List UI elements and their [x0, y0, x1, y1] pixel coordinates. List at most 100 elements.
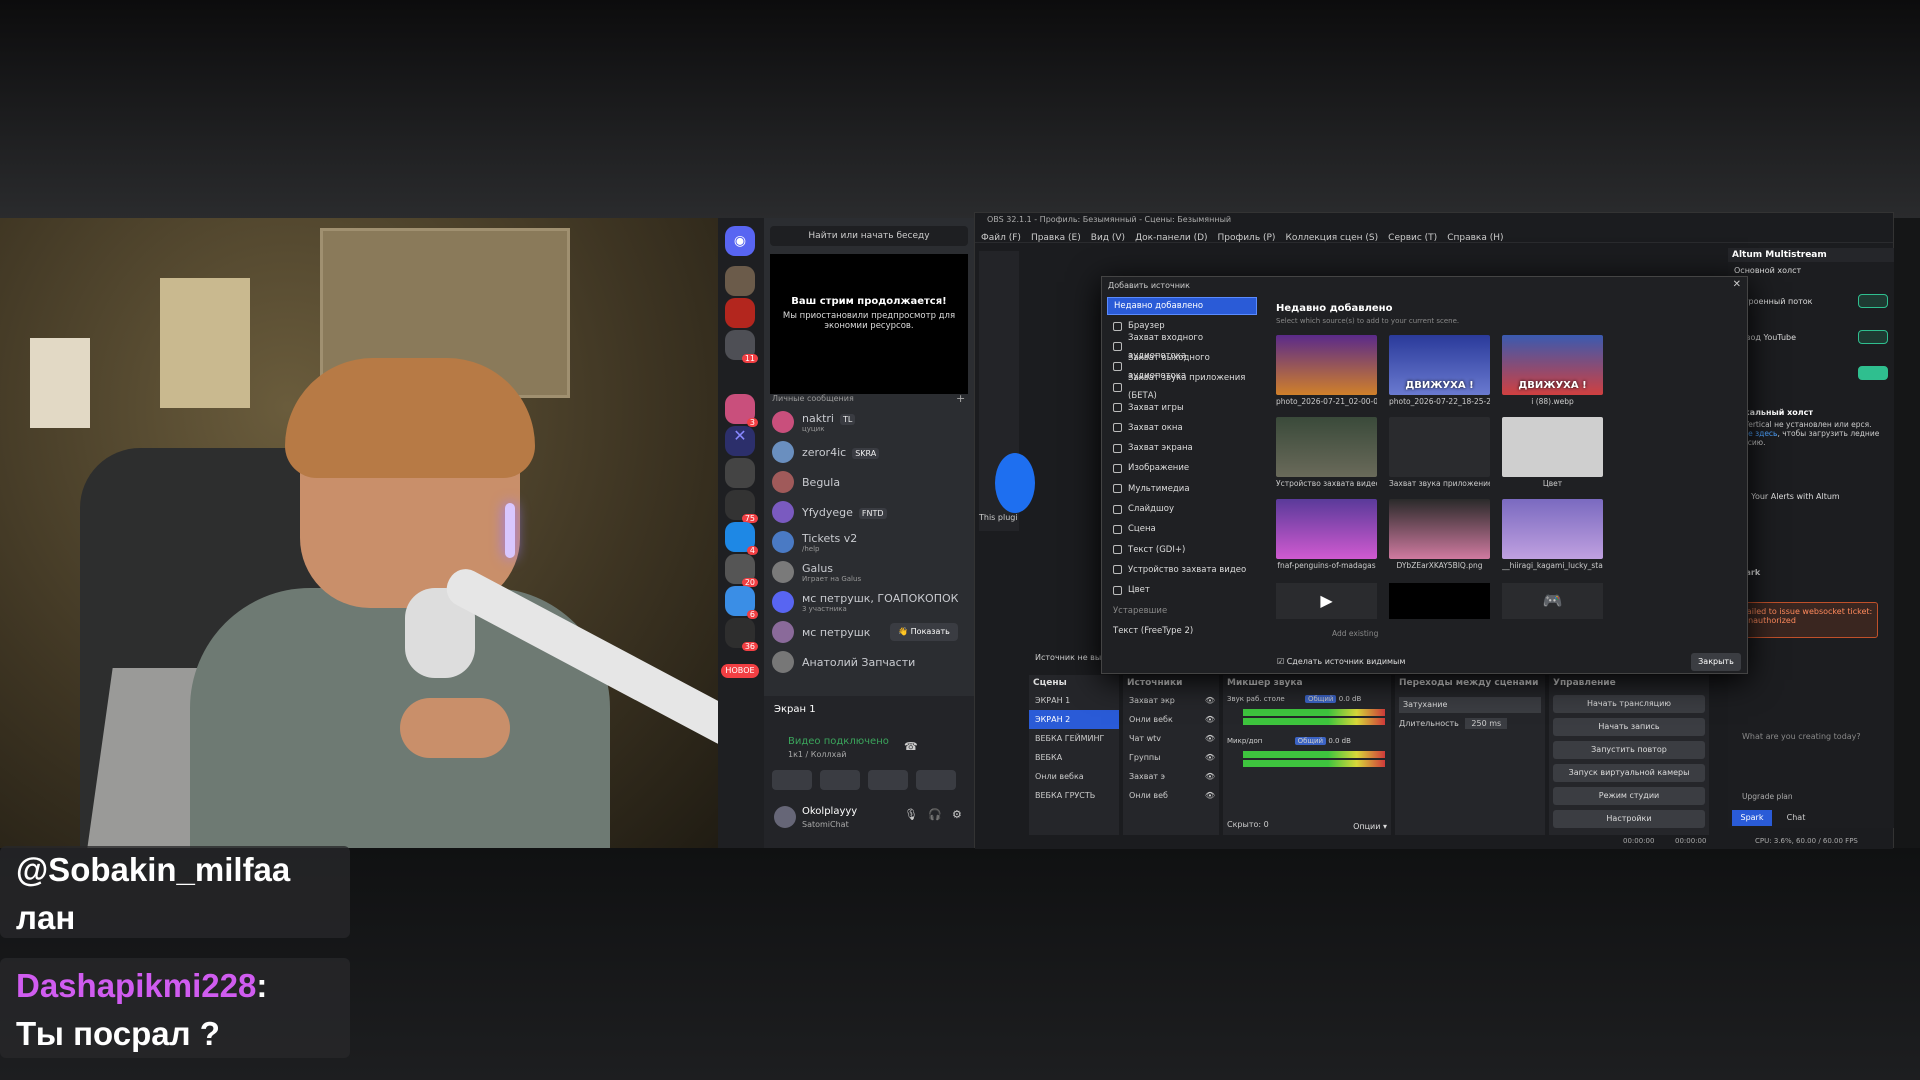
source-type-item[interactable]: Сцена [1107, 520, 1257, 538]
dm-row[interactable]: Begula [772, 468, 972, 496]
menu-item[interactable]: Файл (F) [981, 233, 1021, 243]
recent-source-thumb[interactable]: ДВИЖУХА ! i (88).webp [1502, 335, 1603, 409]
scene-item[interactable]: ВЕБКА ГРУСТЬ [1029, 786, 1119, 805]
control-button[interactable]: Запустить повтор [1553, 741, 1705, 759]
eye-icon[interactable]: 👁 [1205, 767, 1215, 786]
gamepad-icon[interactable]: 🎮 [1502, 583, 1603, 619]
tab-chat[interactable]: Chat [1776, 810, 1816, 826]
dm-row[interactable]: Yfydyege FNTD [772, 498, 972, 526]
dm-search-button[interactable]: Найти или начать беседу [770, 226, 968, 246]
recent-source-thumb[interactable]: Захват звука приложение [1389, 417, 1490, 491]
control-button[interactable]: Начать трансляцию [1553, 695, 1705, 713]
scene-item[interactable]: ВЕБКА [1029, 748, 1119, 767]
source-type-item[interactable]: Захват звука приложения (БЕТА) [1107, 373, 1257, 401]
discord-home-icon[interactable]: ◉ [725, 226, 755, 256]
prompt-input[interactable]: What are you creating today? [1742, 732, 1861, 741]
recent-source-thumb[interactable]: ДВИЖУХА ! photo_2026-07-22_18-25-2 [1389, 335, 1490, 409]
recent-source-thumb[interactable]: Устройство захвата видео [1276, 417, 1377, 491]
control-button[interactable]: Начать запись [1553, 718, 1705, 736]
server-icon[interactable]: 75 [725, 490, 758, 523]
source-type-item[interactable]: Устройство захвата видео [1107, 561, 1257, 579]
eye-icon[interactable]: 👁 [1205, 786, 1215, 805]
disconnect-icon[interactable]: ☎ [904, 740, 918, 753]
scene-item[interactable]: Онли вебка [1029, 767, 1119, 786]
recent-source-thumb[interactable]: DYbZEarXKAY5BIQ.png [1389, 499, 1490, 573]
menu-item[interactable]: Коллекция сцен (S) [1285, 233, 1378, 243]
headphones-icon[interactable]: 🎧 [928, 808, 942, 821]
source-item[interactable]: Захват экр 👁 [1123, 691, 1219, 710]
recent-source-thumb[interactable]: fnaf-penguins-of-madagas [1276, 499, 1377, 573]
source-type-item[interactable]: Слайдшоу [1107, 500, 1257, 518]
transition-select[interactable]: Затухание [1399, 697, 1541, 713]
source-item[interactable]: Чат wtv 👁 [1123, 729, 1219, 748]
soundboard-button[interactable] [916, 770, 956, 790]
source-type-item[interactable]: Захват окна [1107, 419, 1257, 437]
menu-item[interactable]: Правка (E) [1031, 233, 1081, 243]
source-item[interactable]: Онли вебк 👁 [1123, 710, 1219, 729]
source-item[interactable]: Группы 👁 [1123, 748, 1219, 767]
server-icon[interactable]: 11 [725, 330, 758, 363]
visible-checkbox[interactable]: ☑ Сделать источник видимым [1277, 657, 1405, 666]
source-type-item[interactable]: Мультимедиа [1107, 480, 1257, 498]
play-icon[interactable]: ▶ [1276, 583, 1377, 619]
eye-icon[interactable]: 👁 [1205, 691, 1215, 710]
source-type-item[interactable]: Текст (FreeType 2) [1107, 622, 1257, 640]
share-screen-button[interactable] [820, 770, 860, 790]
camera-toggle[interactable] [772, 770, 812, 790]
menu-item[interactable]: Вид (V) [1091, 233, 1125, 243]
dm-row[interactable]: Tickets v2/help [772, 528, 972, 556]
source-type-item[interactable]: Изображение [1107, 459, 1257, 477]
black-thumb[interactable] [1389, 583, 1490, 619]
server-icon[interactable] [725, 458, 755, 488]
menu-item[interactable]: Док-панели (D) [1135, 233, 1207, 243]
dm-row[interactable]: Анатолий Запчасти [772, 648, 972, 676]
source-type-item[interactable]: Текст (GDI+) [1107, 541, 1257, 559]
recent-source-thumb[interactable]: __hiiragi_kagami_lucky_sta [1502, 499, 1603, 573]
scene-item[interactable]: ЭКРАН 2 [1029, 710, 1119, 729]
recent-source-thumb[interactable]: Цвет [1502, 417, 1603, 491]
menu-item[interactable]: Профиль (P) [1218, 233, 1276, 243]
gear-icon[interactable]: ⚙ [952, 808, 962, 821]
options-button[interactable]: Опции ▾ [1353, 822, 1387, 831]
server-icon[interactable] [725, 298, 755, 328]
source-type-item[interactable]: Захват игры [1107, 399, 1257, 417]
altum-toggle[interactable] [1858, 366, 1888, 380]
menu-item[interactable]: Справка (H) [1447, 233, 1503, 243]
tab-spark[interactable]: Spark [1732, 810, 1772, 826]
server-icon[interactable]: 4 [725, 522, 758, 555]
control-button[interactable]: Запуск виртуальной камеры [1553, 764, 1705, 782]
add-existing[interactable]: Add existing [1332, 629, 1378, 638]
server-icon[interactable]: ✕ [725, 426, 755, 456]
control-button[interactable]: Режим студии [1553, 787, 1705, 805]
close-icon[interactable]: ✕ [1733, 279, 1741, 290]
add-dm-button[interactable]: + [956, 392, 965, 405]
eye-icon[interactable]: 👁 [1205, 710, 1215, 729]
source-type-item[interactable]: Недавно добавлено [1107, 297, 1257, 315]
activity-button[interactable] [868, 770, 908, 790]
dm-row[interactable]: zeror4ic SKRA [772, 438, 972, 466]
scene-item[interactable]: ВЕБКА ГЕЙМИНГ [1029, 729, 1119, 748]
eye-icon[interactable]: 👁 [1205, 748, 1215, 767]
source-type-item[interactable]: Цвет [1107, 581, 1257, 599]
altum-toggle[interactable] [1858, 294, 1888, 308]
source-type-item[interactable]: Захват экрана [1107, 439, 1257, 457]
scene-item[interactable]: ЭКРАН 1 [1029, 691, 1119, 710]
close-button[interactable]: Закрыть [1691, 653, 1741, 671]
server-icon[interactable]: 20 [725, 554, 758, 587]
recent-source-thumb[interactable]: photo_2026-07-21_02-00-0 [1276, 335, 1377, 409]
source-item[interactable]: Захват э 👁 [1123, 767, 1219, 786]
mic-icon[interactable]: 🎙 [904, 808, 918, 821]
duration-input[interactable]: 250 ms [1465, 718, 1508, 729]
eye-icon[interactable]: 👁 [1205, 729, 1215, 748]
server-icon[interactable] [725, 266, 755, 296]
menu-item[interactable]: Сервис (T) [1388, 233, 1437, 243]
show-button[interactable]: 👋 Показать [890, 623, 958, 641]
server-icon[interactable]: 36 [725, 618, 758, 651]
dm-row[interactable]: Galus Играет на Galus [772, 558, 972, 586]
server-icon[interactable]: 3 [725, 394, 758, 427]
dm-row[interactable]: naktri TL цуцик [772, 408, 972, 436]
altum-toggle[interactable] [1858, 330, 1888, 344]
server-icon[interactable]: 6 [725, 586, 758, 619]
upgrade-link[interactable]: Upgrade plan [1742, 792, 1793, 801]
source-item[interactable]: Онли веб 👁 [1123, 786, 1219, 805]
